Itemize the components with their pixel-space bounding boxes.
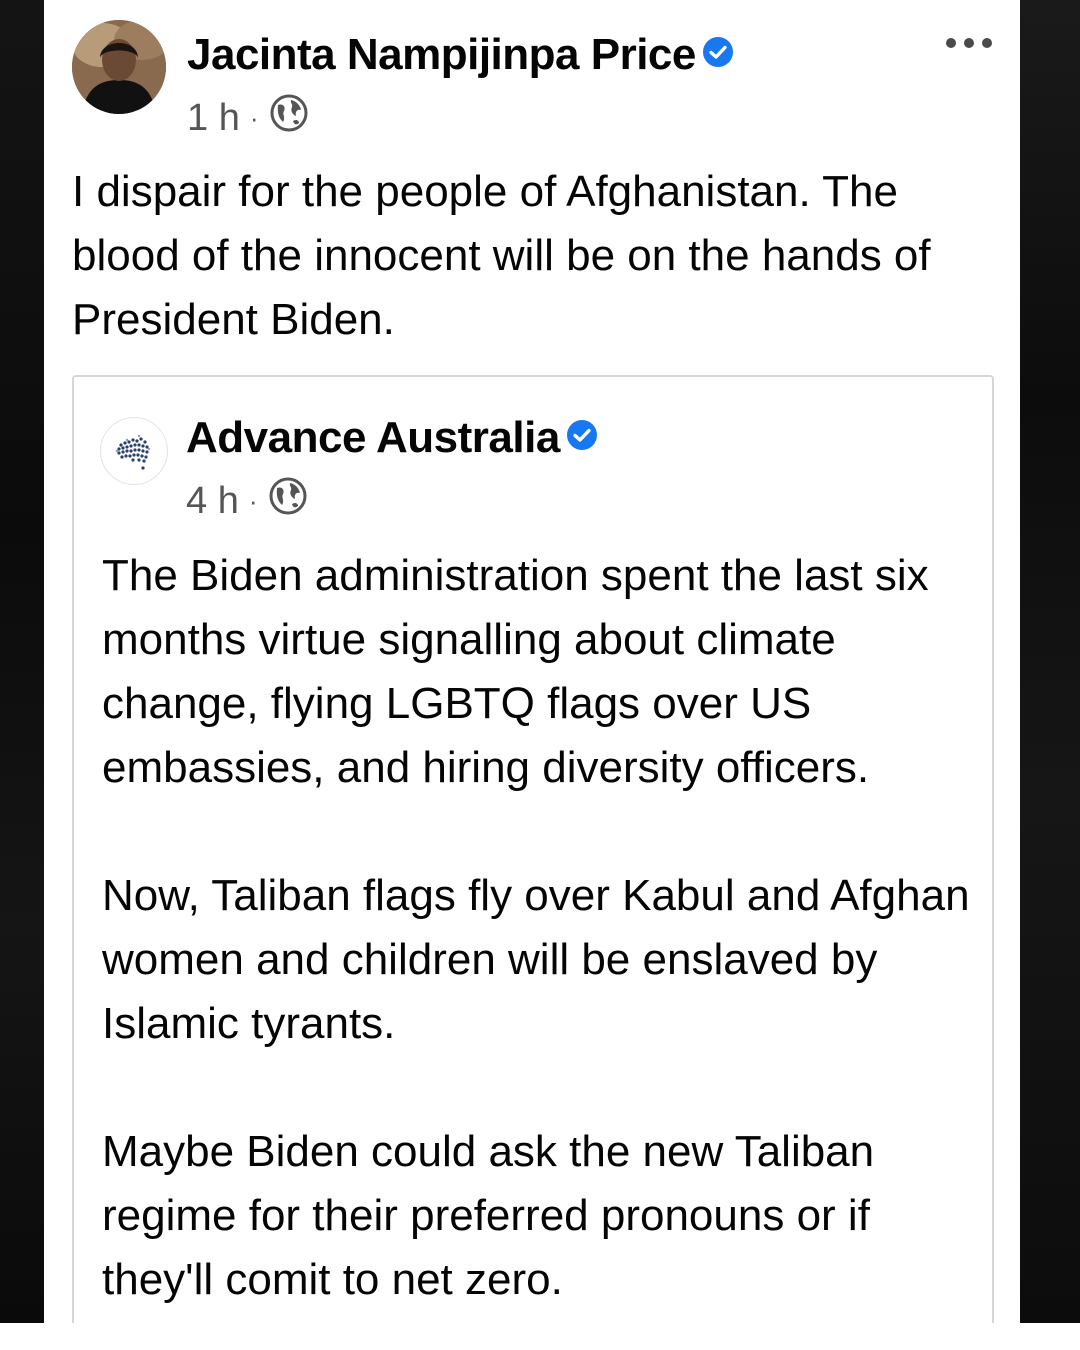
background-right (1020, 0, 1080, 1323)
more-options-button[interactable] (946, 30, 992, 56)
meta-separator: · (249, 102, 259, 133)
background-bottom (0, 1323, 1080, 1350)
shared-paragraph: Now, Taliban flags fly over Kabul and Af… (102, 871, 970, 1048)
post-meta: 1 h · (187, 93, 309, 143)
background-left (0, 0, 44, 1323)
verified-badge-icon (702, 29, 734, 79)
globe-icon[interactable] (268, 476, 308, 526)
shared-post[interactable]: Advance Australia 4 h · The Biden admini… (72, 375, 994, 1323)
australia-dots-logo-icon (115, 434, 151, 470)
avatar-portrait (72, 20, 166, 114)
ellipsis-dot (964, 38, 974, 48)
meta-separator: · (248, 485, 258, 516)
shared-author-avatar[interactable] (100, 417, 168, 485)
verified-badge-icon (566, 412, 598, 462)
ellipsis-dot (982, 38, 992, 48)
shared-author-name-row: Advance Australia (186, 413, 598, 465)
ellipsis-dot (946, 38, 956, 48)
shared-post-body: The Biden administration spent the last … (102, 544, 982, 1323)
shared-author-name[interactable]: Advance Australia (186, 413, 560, 462)
author-name-row: Jacinta Nampijinpa Price (187, 30, 734, 82)
shared-paragraph: The Biden administration spent the last … (102, 551, 929, 792)
shared-post-meta: 4 h · (186, 476, 308, 526)
post-timestamp[interactable]: 1 h (187, 97, 240, 140)
author-name[interactable]: Jacinta Nampijinpa Price (187, 30, 696, 79)
post-text: I dispair for the people of Afghanistan.… (72, 167, 931, 344)
author-avatar[interactable] (72, 20, 166, 114)
facebook-post: Jacinta Nampijinpa Price 1 h · I dispair… (44, 0, 1020, 1323)
globe-icon[interactable] (269, 93, 309, 143)
shared-post-timestamp[interactable]: 4 h (186, 480, 239, 523)
shared-paragraph: Maybe Biden could ask the new Taliban re… (102, 1127, 875, 1304)
